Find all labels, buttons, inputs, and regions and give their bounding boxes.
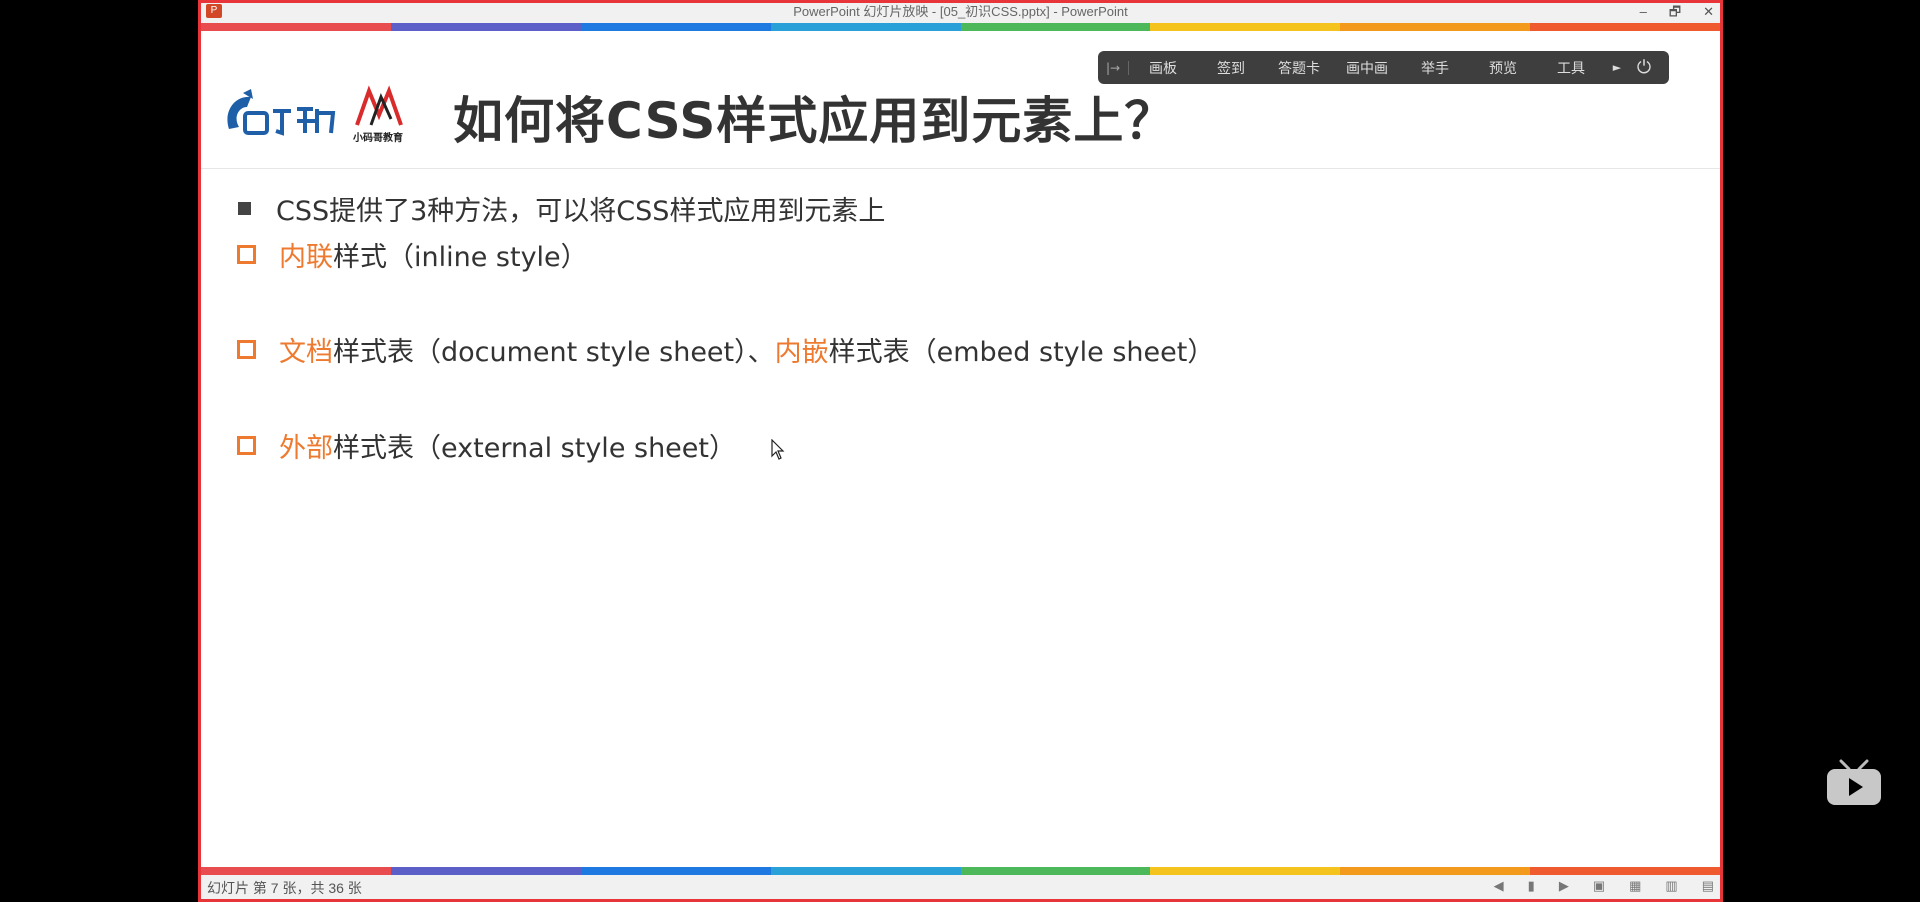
next-slide-icon[interactable]: ▶ [1559,878,1569,894]
bullet-text: 样式（inline style） [333,242,588,273]
xiaomage-logo-icon: 小码哥教育 [352,85,403,144]
hollow-square-bullet-icon [237,340,256,359]
bullet-text: CSS提供了3种方法，可以将CSS样式应用到元素上 [276,196,886,227]
restore-button[interactable]: 🗗 [1669,3,1681,21]
pause-icon[interactable]: ▮ [1528,878,1535,894]
toolbar-raise-hand[interactable]: 举手 [1401,58,1469,78]
stripe-segment [770,23,961,31]
title-bar: P PowerPoint 幻灯片放映 - [05_初识CSS.pptx] - P… [201,3,1720,23]
bullet-item: 文档 样式表（document style sheet）、 内嵌 样式表（emb… [237,330,1214,369]
stripe-segment [201,867,391,875]
toolbar-answer-card[interactable]: 答题卡 [1265,58,1333,78]
minimize-button[interactable]: – [1640,3,1647,21]
bullet-text: 样式表（external style sheet） [333,433,736,464]
bullet-highlight: 外部 [279,433,333,464]
stripe-segment [1530,867,1720,875]
toolbar-expand-arrow-icon[interactable]: ► [1605,61,1629,74]
stripe-segment [580,867,771,875]
bullet-item: CSS提供了3种方法，可以将CSS样式应用到元素上 [237,189,885,228]
bullet-item: 内联 样式（inline style） [237,235,588,274]
presenter-toolbar: |→ 画板 签到 答题卡 画中画 举手 预览 工具 ► ⏻ [1098,51,1669,84]
color-stripe-bottom [201,867,1720,875]
slideshow-view-icon[interactable]: ▤ [1702,878,1714,894]
bullet-item: 外部 样式表（external style sheet） [237,426,736,465]
powerpoint-window: P PowerPoint 幻灯片放映 - [05_初识CSS.pptx] - P… [198,0,1723,902]
toolbar-tools[interactable]: 工具 [1537,58,1605,78]
previous-slide-icon[interactable]: ◀ [1494,878,1504,894]
stripe-segment [1340,23,1531,31]
title-divider [201,168,1720,169]
color-stripe-top [201,23,1720,31]
bullet-highlight: 内联 [279,242,333,273]
bullet-highlight: 内嵌 [774,337,829,368]
stripe-segment [390,23,581,31]
stripe-segment [960,23,1151,31]
reading-view-icon[interactable]: ▥ [1665,878,1677,894]
window-title: PowerPoint 幻灯片放映 - [05_初识CSS.pptx] - Pow… [793,4,1128,19]
square-bullet-icon [238,202,251,215]
toolbar-picture-in-picture[interactable]: 画中画 [1333,58,1401,78]
powerpoint-app-icon[interactable]: P [206,4,222,18]
logo2-caption: 小码哥教育 [352,131,403,144]
slide-title: 如何将CSS样式应用到元素上？ [453,92,1176,150]
stripe-segment [960,867,1151,875]
stripe-segment [1340,867,1531,875]
normal-view-icon[interactable]: ▣ [1593,878,1605,894]
toolbar-whiteboard[interactable]: 画板 [1129,58,1197,78]
hollow-square-bullet-icon [237,436,256,455]
stripe-segment [580,23,771,31]
stripe-segment [770,867,961,875]
hollow-square-bullet-icon [237,245,256,264]
bullet-text: 样式表（embed style sheet） [828,337,1215,368]
power-icon[interactable]: ⏻ [1629,57,1659,78]
status-bar: 幻灯片 第 7 张，共 36 张 ◀ ▮ ▶ ▣ ▦ ▥ ▤ [201,875,1720,899]
toolbar-preview[interactable]: 预览 [1469,58,1537,78]
slide-counter: 幻灯片 第 7 张，共 36 张 [207,880,362,896]
bullet-highlight: 文档 [279,337,333,368]
bullet-text: 样式表（document style sheet）、 [333,337,775,368]
stripe-segment [201,23,391,31]
stripe-segment [390,867,581,875]
toolbar-collapse-handle[interactable]: |→ [1098,60,1129,75]
close-button[interactable]: ✕ [1703,3,1714,21]
stripe-segment [1530,23,1720,31]
stripe-segment [1150,867,1341,875]
stripe-segment [1150,23,1341,31]
mouse-cursor-icon [771,439,785,460]
video-play-icon[interactable] [1825,757,1883,809]
slide-sorter-icon[interactable]: ▦ [1629,878,1641,894]
brand-logo-icon [227,89,336,136]
toolbar-signin[interactable]: 签到 [1197,58,1265,78]
